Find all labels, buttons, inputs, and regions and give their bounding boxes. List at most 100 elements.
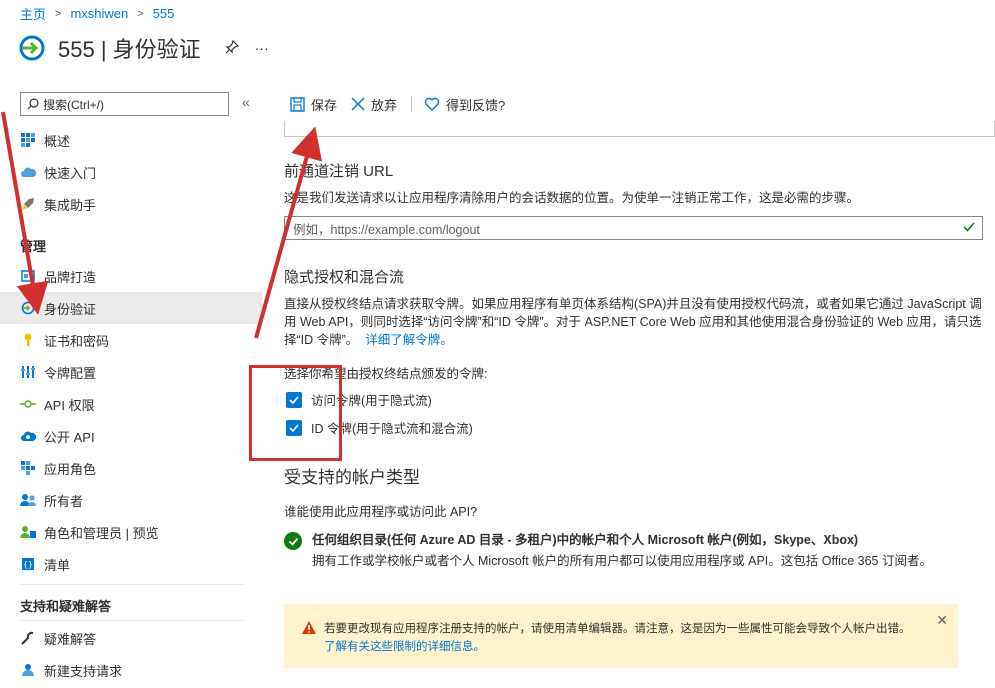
api-permission-icon — [20, 396, 36, 412]
sidebar-item-label: 清单 — [44, 557, 71, 573]
account-type-description: 拥有工作或学校帐户或者个人 Microsoft 帐户的所有用户都可以使用应用程序… — [312, 554, 932, 568]
roles-admins-icon — [20, 524, 36, 540]
sidebar-item-label: 证书和密码 — [44, 333, 110, 349]
section-manage: 管理 — [20, 239, 47, 254]
main-content: 保存 放弃 得到反馈? 前通道注销 URL 这是我们发送请求以让应用程序清除用户… — [284, 86, 995, 688]
sidebar-item-roles-administrators[interactable]: 角色和管理员 | 预览 — [0, 516, 262, 548]
auth-app-icon — [19, 35, 45, 61]
save-icon — [290, 96, 305, 112]
close-warning-icon[interactable]: ✕ — [936, 612, 948, 629]
key-icon — [20, 332, 36, 348]
annotation-highlight-box — [249, 365, 342, 461]
heart-icon — [424, 97, 440, 111]
breadcrumb: 主页 > mxshiwen > 555 — [20, 4, 174, 23]
restrictions-link[interactable]: 了解有关这些限制的详细信息。 — [324, 641, 485, 653]
section-divider — [20, 620, 244, 621]
sidebar-item-label: 品牌打造 — [44, 269, 97, 285]
sidebar-item-certificates-secrets[interactable]: 证书和密码 — [0, 324, 262, 356]
feedback-button[interactable]: 得到反馈? — [424, 95, 505, 114]
sidebar-item-label: 快速入门 — [44, 165, 97, 181]
sidebar-item-app-roles[interactable]: 应用角色 — [0, 452, 262, 484]
owners-icon — [20, 492, 36, 508]
sidebar-item-overview[interactable]: 概述 — [0, 124, 262, 156]
warning-message: 若要更改现有应用程序注册支持的帐户，请使用清单编辑器。请注意，这是因为一些属性可… — [324, 623, 911, 635]
expose-api-icon — [20, 428, 36, 444]
manifest-icon: {} — [20, 556, 36, 572]
sidebar-item-manifest[interactable]: {} 清单 — [0, 548, 262, 580]
sidebar-item-label: 所有者 — [44, 493, 84, 509]
branding-icon — [20, 268, 36, 284]
sidebar-item-authentication[interactable]: 身份验证 — [0, 292, 262, 324]
sidebar-item-expose-api[interactable]: 公开 API — [0, 420, 262, 452]
breadcrumb-separator: > — [137, 7, 144, 20]
more-options-icon[interactable]: ··· — [255, 40, 269, 56]
search-input[interactable]: 搜索(Ctrl+/) — [20, 92, 229, 116]
pin-icon[interactable] — [225, 39, 239, 57]
feedback-label: 得到反馈? — [446, 97, 506, 113]
search-placeholder: 搜索(Ctrl+/) — [43, 97, 104, 112]
sidebar-item-label: 集成助手 — [44, 197, 97, 213]
logout-url-title: 前通道注销 URL — [284, 163, 394, 180]
section-support: 支持和疑难解答 — [20, 599, 112, 614]
previous-field-bottom[interactable] — [284, 121, 995, 137]
save-label: 保存 — [311, 97, 338, 113]
token-config-icon — [20, 364, 36, 380]
close-icon — [351, 97, 365, 111]
logout-url-description: 这是我们发送请求以让应用程序清除用户的会话数据的位置。为使单一注销正常工作，这是… — [284, 191, 860, 205]
breadcrumb-home[interactable]: 主页 — [20, 4, 46, 23]
collapse-sidebar-icon[interactable]: « — [242, 94, 250, 110]
logout-url-placeholder: 例如，https://example.com/logout — [293, 222, 480, 237]
sidebar-item-new-support-request[interactable]: 新建支持请求 — [0, 654, 262, 686]
sidebar-item-label: API 权限 — [44, 397, 95, 413]
svg-text:{}: {} — [23, 560, 33, 569]
sidebar-item-branding[interactable]: 品牌打造 — [0, 260, 262, 292]
success-check-icon — [284, 532, 302, 550]
toolbar: 保存 放弃 得到反馈? — [290, 94, 519, 114]
warning-icon — [302, 621, 316, 634]
sidebar: 搜索(Ctrl+/) « 概述 快速入门 集成助手 管理 品牌打造 身份验证 证… — [0, 86, 262, 688]
implicit-grant-title: 隐式授权和混合流 — [284, 269, 405, 286]
breadcrumb-separator: > — [55, 7, 62, 20]
sidebar-item-token-configuration[interactable]: 令牌配置 — [0, 356, 262, 388]
account-types-title: 受支持的帐户类型 — [284, 468, 420, 487]
account-types-question: 谁能使用此应用程序或访问此 API? — [284, 505, 478, 519]
implicit-grant-description: 直接从授权终结点请求获取令牌。如果应用程序有单页体系结构(SPA)并且没有使用授… — [284, 295, 987, 349]
sidebar-item-api-permissions[interactable]: API 权限 — [0, 388, 262, 420]
warning-banner: 若要更改现有应用程序注册支持的帐户，请使用清单编辑器。请注意，这是因为一些属性可… — [284, 604, 958, 668]
discard-label: 放弃 — [371, 97, 398, 113]
rocket-icon — [20, 196, 36, 212]
grid-icon — [20, 132, 36, 148]
sidebar-item-label: 应用角色 — [44, 461, 97, 477]
cloud-icon — [20, 164, 36, 180]
logout-url-input[interactable]: 例如，https://example.com/logout — [284, 216, 983, 240]
learn-tokens-link[interactable]: 详细了解令牌。 — [365, 333, 453, 347]
sidebar-item-owners[interactable]: 所有者 — [0, 484, 262, 516]
sidebar-item-label: 身份验证 — [44, 301, 97, 317]
sidebar-item-troubleshooting[interactable]: 疑难解答 — [0, 622, 262, 654]
account-type-label: 任何组织目录(任何 Azure AD 目录 - 多租户)中的帐户和个人 Micr… — [312, 533, 859, 547]
breadcrumb-page[interactable]: 555 — [153, 6, 175, 21]
page-header: 555 | 身份验证 ··· — [18, 30, 269, 66]
sidebar-item-label: 角色和管理员 | 预览 — [44, 525, 159, 541]
check-icon — [963, 222, 975, 232]
search-icon — [27, 98, 39, 110]
section-divider — [20, 584, 244, 585]
breadcrumb-app[interactable]: mxshiwen — [70, 6, 128, 21]
sidebar-item-label: 令牌配置 — [44, 365, 97, 381]
support-person-icon — [20, 662, 36, 678]
save-button[interactable]: 保存 — [290, 95, 337, 114]
auth-icon — [20, 300, 36, 316]
sidebar-item-label: 公开 API — [44, 429, 95, 445]
toolbar-divider — [411, 96, 413, 112]
wrench-icon — [20, 630, 36, 646]
account-type-option[interactable]: 任何组织目录(任何 Azure AD 目录 - 多租户)中的帐户和个人 Micr… — [284, 530, 932, 572]
sidebar-item-label: 概述 — [44, 133, 71, 149]
discard-button[interactable]: 放弃 — [351, 95, 397, 114]
sidebar-item-quickstart[interactable]: 快速入门 — [0, 156, 262, 188]
app-roles-icon — [20, 460, 36, 476]
page-title: 555 | 身份验证 — [58, 37, 201, 62]
warning-text: 若要更改现有应用程序注册支持的帐户，请使用清单编辑器。请注意，这是因为一些属性可… — [324, 620, 914, 656]
sidebar-item-label: 疑难解答 — [44, 631, 97, 647]
token-select-label: 选择你希望由授权终结点颁发的令牌: — [284, 367, 488, 381]
sidebar-item-integration-assistant[interactable]: 集成助手 — [0, 188, 262, 220]
